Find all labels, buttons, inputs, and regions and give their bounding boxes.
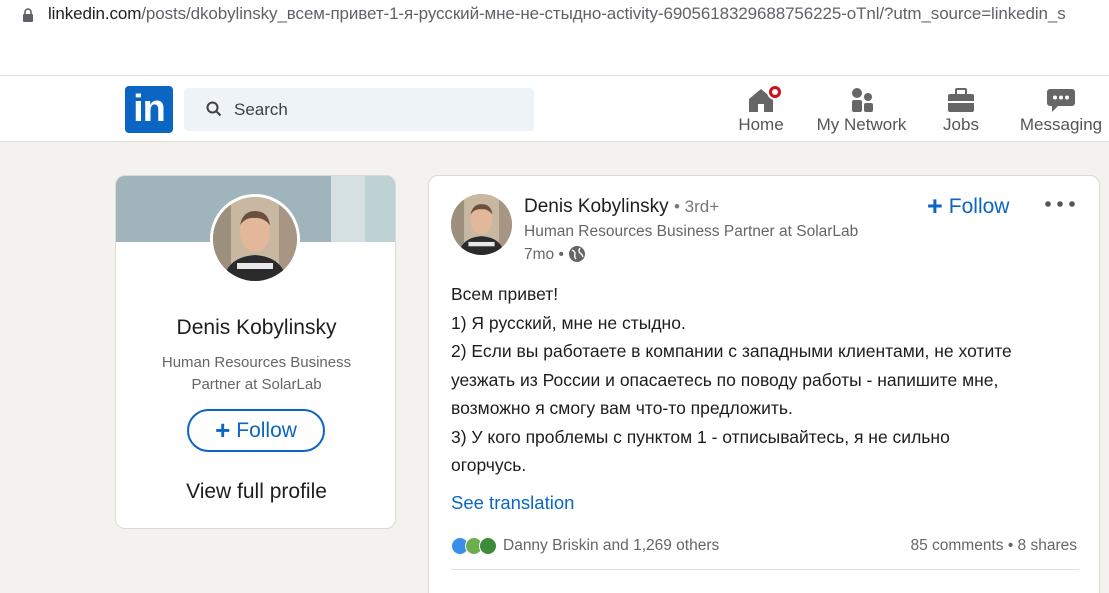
post-body: Всем привет! 1) Я русский, мне не стыдно… [451, 280, 1091, 480]
profile-avatar[interactable] [210, 194, 300, 284]
notification-badge [767, 84, 783, 100]
post-time: 7mo • [524, 246, 564, 263]
url-host: linkedin.com [48, 4, 142, 23]
view-full-profile-link[interactable]: View full profile [116, 480, 395, 504]
nav-jobs-label: Jobs [943, 115, 979, 134]
post-author-avatar[interactable] [451, 194, 512, 255]
post-author-headline: Human Resources Business Partner at Sola… [524, 223, 859, 240]
global-nav: in Search Home My Network Jobs Messaging [0, 76, 1109, 142]
search-icon [206, 101, 222, 117]
post-divider [451, 569, 1079, 570]
post-body-line: огорчусь. [451, 455, 527, 475]
briefcase-icon [948, 88, 974, 112]
network-icon [851, 88, 873, 112]
support-reaction-icon [479, 537, 497, 555]
nav-jobs[interactable]: Jobs [935, 82, 987, 138]
comments-shares-count[interactable]: 85 comments • 8 shares [910, 537, 1077, 555]
post-body-line: 1) Я русский, мне не стыдно. [451, 312, 686, 333]
plus-icon: + [927, 191, 943, 221]
globe-icon [568, 246, 585, 262]
more-options-icon[interactable] [1043, 193, 1077, 215]
nav-my-network-label: My Network [816, 115, 907, 134]
nav-home[interactable]: Home [730, 82, 792, 138]
address-url[interactable]: linkedin.com/posts/dkobylinsky_всем-прив… [48, 4, 1066, 24]
bookmarks-strip [0, 34, 1109, 76]
profile-follow-label: Follow [236, 419, 297, 442]
reactions-summary[interactable]: Danny Briskin and 1,269 others [451, 534, 719, 558]
profile-follow-button[interactable]: + Follow [187, 409, 325, 452]
nav-messaging-label: Messaging [1019, 115, 1103, 134]
post-body-line: уезжать из России и опасаетесь по поводу… [451, 369, 999, 390]
post-body-line: 3) У кого проблемы с пунктом 1 - отписыв… [451, 426, 950, 447]
browser-address-bar[interactable]: linkedin.com/posts/dkobylinsky_всем-прив… [0, 0, 1109, 34]
reactions-text: Danny Briskin and 1,269 others [503, 537, 720, 554]
connection-degree: • 3rd+ [673, 197, 720, 216]
url-path: /posts/dkobylinsky_всем-привет-1-я-русск… [141, 4, 1066, 23]
post-meta: 7mo • [524, 245, 586, 264]
profile-card: Denis Kobylinsky Human Resources Busines… [115, 175, 396, 529]
lock-icon [23, 8, 33, 22]
post-follow-button[interactable]: + Follow [927, 191, 1009, 222]
post-follow-label: Follow [948, 195, 1010, 218]
post-body-line: возможно я смогу вам что-то предложить. [451, 398, 793, 418]
post-body-line: 2) Если вы работаете в компании с западн… [451, 341, 1012, 361]
post-card: Denis Kobylinsky • 3rd+ Human Resources … [428, 175, 1100, 593]
see-translation-link[interactable]: See translation [451, 492, 574, 514]
post-author[interactable]: Denis Kobylinsky • 3rd+ [524, 196, 719, 218]
messaging-icon [1047, 89, 1075, 112]
nav-my-network[interactable]: My Network [810, 82, 913, 138]
nav-messaging[interactable]: Messaging [1013, 82, 1109, 138]
post-body-line: Всем привет! [451, 284, 559, 304]
nav-home-label: Home [738, 115, 784, 134]
post-author-name: Denis Kobylinsky [524, 196, 669, 217]
profile-name[interactable]: Denis Kobylinsky [116, 316, 395, 340]
linkedin-logo[interactable]: in [125, 86, 173, 133]
plus-icon: + [215, 415, 231, 445]
search-placeholder: Search [234, 100, 288, 119]
search-box[interactable]: Search [184, 88, 534, 131]
profile-headline: Human Resources Business Partner at Sola… [161, 354, 352, 393]
